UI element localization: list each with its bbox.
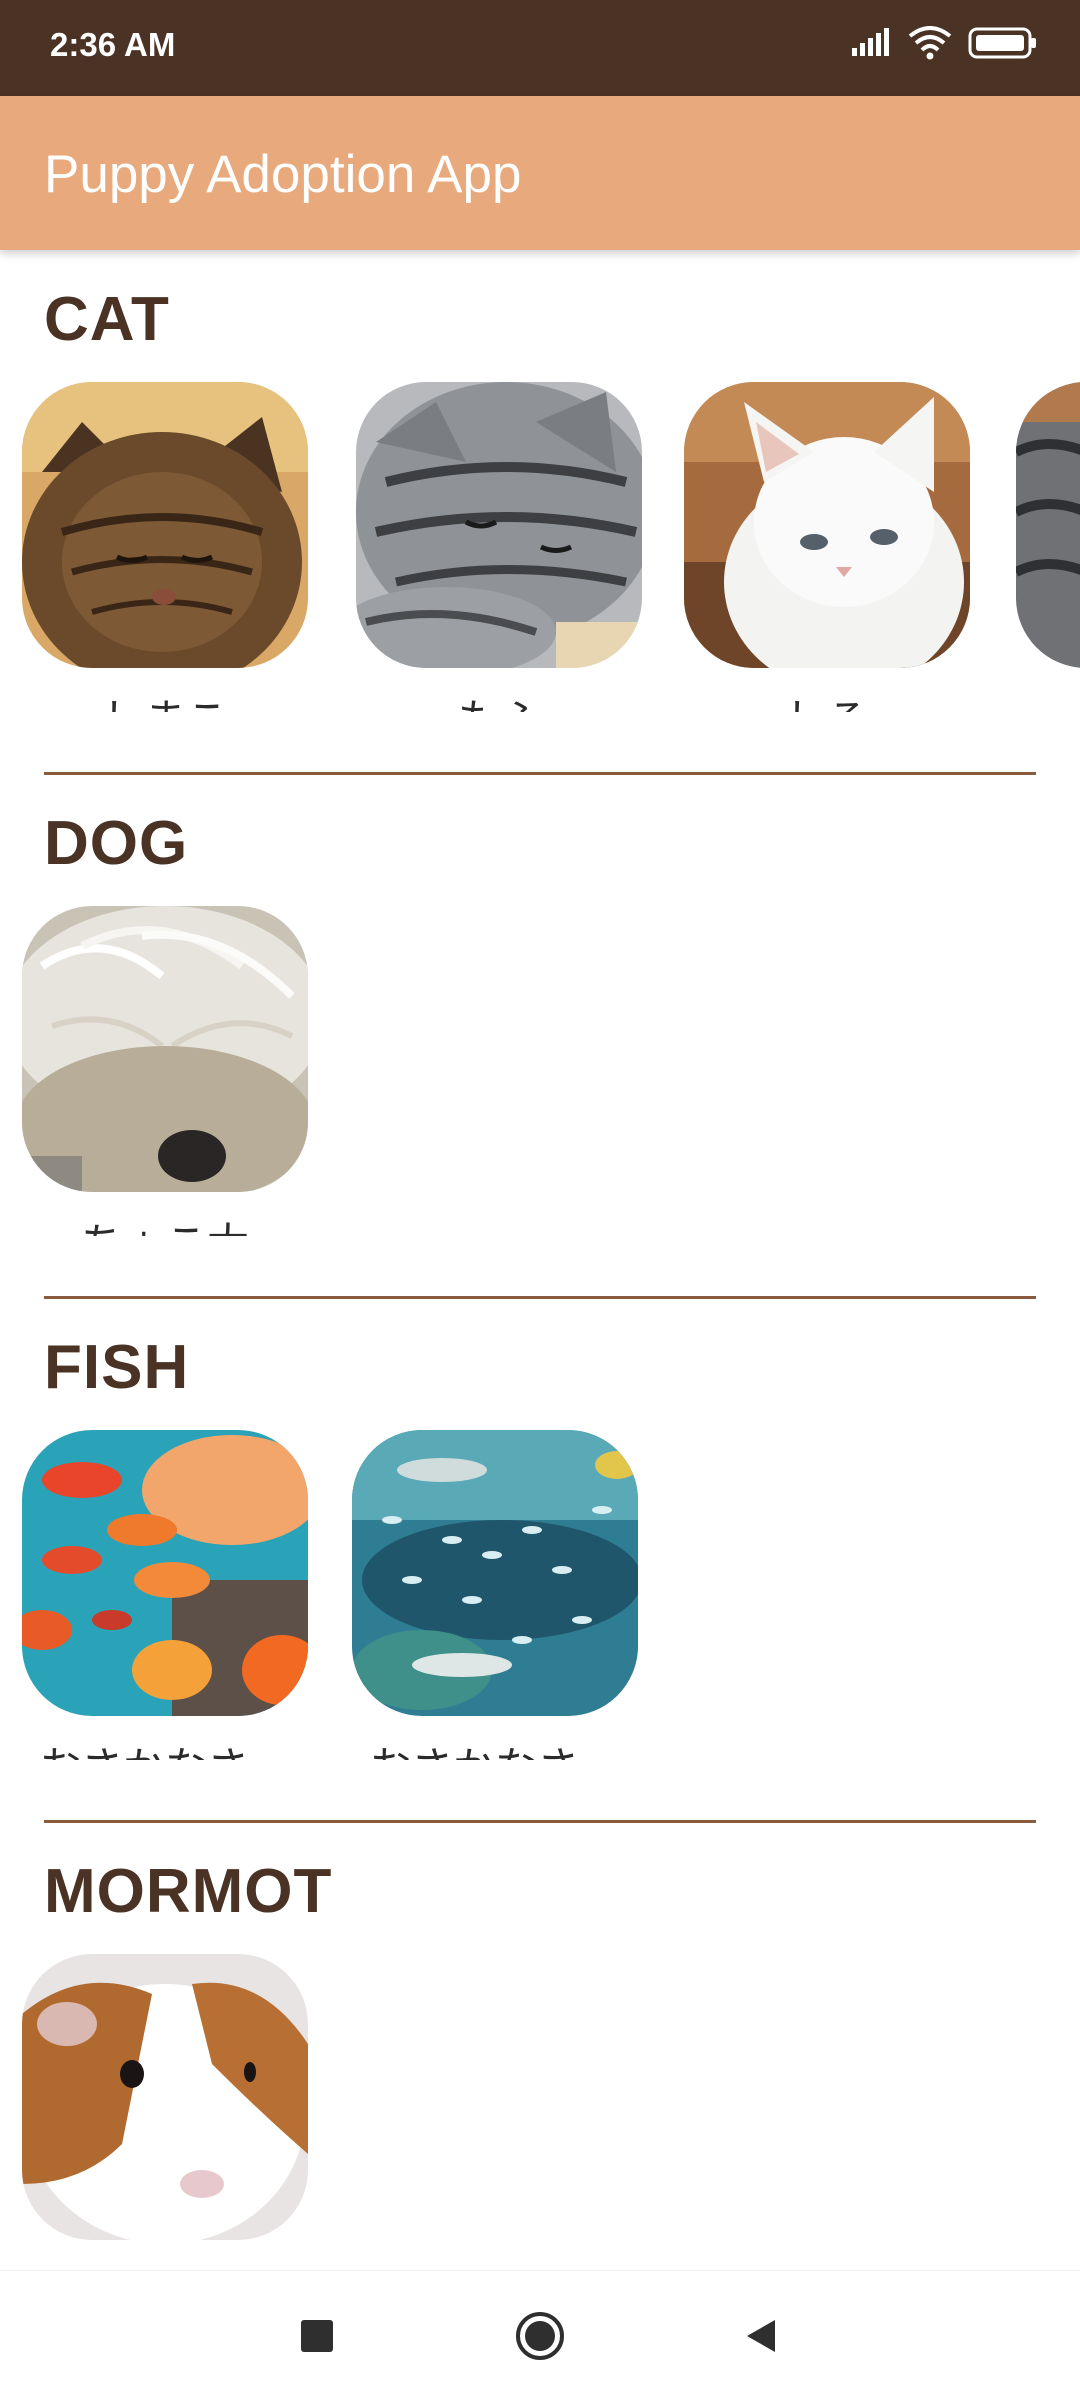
category-section-mormot: MORMOT xyxy=(0,1822,1080,2270)
category-section-fish: FISH xyxy=(0,1298,1080,1823)
cat-photo-partial[interactable] xyxy=(1016,382,1080,668)
wifi-icon xyxy=(908,26,952,65)
back-triangle-icon[interactable] xyxy=(730,2305,792,2367)
pet-row-cat[interactable]: しまこ xyxy=(0,382,1080,712)
pet-category-list[interactable]: CAT DOG FISH MORMOT xyxy=(0,250,1080,2270)
system-nav-bar xyxy=(0,2270,1080,2401)
pet-name: おさかなさ… xyxy=(22,1734,308,1760)
battery-icon xyxy=(968,26,1038,65)
pet-row-dog[interactable]: ちょこ太 xyxy=(0,906,1080,1236)
pet-card[interactable]: しまこ xyxy=(22,382,312,712)
status-bar: 2:36 AM xyxy=(0,0,1080,96)
app-bar: Puppy Adoption App xyxy=(0,96,1080,250)
pet-card[interactable] xyxy=(1016,382,1080,712)
tabby-cat-photo[interactable] xyxy=(22,382,308,668)
pet-name: ちょこ太 xyxy=(22,1210,308,1236)
pet-card[interactable]: しろ xyxy=(684,382,974,712)
pet-name: おさかなさ… xyxy=(352,1734,638,1760)
pet-card[interactable]: おさかなさ… xyxy=(352,1430,642,1760)
status-time: 2:36 AM xyxy=(50,26,176,63)
pet-name: しまこ xyxy=(22,686,308,712)
aquarium-school-photo[interactable] xyxy=(352,1430,638,1716)
fluffy-dog-photo[interactable] xyxy=(22,906,308,1192)
pet-row-fish[interactable]: おさかなさ… xyxy=(0,1430,1080,1760)
pet-card[interactable]: ちょこ太 xyxy=(22,906,312,1236)
pet-name: もふ xyxy=(356,686,642,712)
recents-square-icon[interactable] xyxy=(286,2305,348,2367)
category-section-dog: DOG ちょこ太 xyxy=(0,774,1080,1299)
home-circle-icon[interactable] xyxy=(509,2305,571,2367)
pet-name: しろ xyxy=(684,686,970,712)
signal-icon xyxy=(850,28,892,63)
category-title: MORMOT xyxy=(44,1857,333,1926)
gray-tabby-cat-photo[interactable] xyxy=(356,382,642,668)
pet-card[interactable]: もふ xyxy=(356,382,646,712)
pet-card[interactable] xyxy=(22,1954,312,2270)
status-icons xyxy=(850,26,1038,65)
white-cat-photo[interactable] xyxy=(684,382,970,668)
pet-row-mormot[interactable] xyxy=(0,1954,1080,2270)
guinea-pig-photo[interactable] xyxy=(22,1954,308,2240)
category-title: FISH xyxy=(44,1333,190,1402)
app-title: Puppy Adoption App xyxy=(44,145,522,204)
category-title: CAT xyxy=(44,285,170,354)
pet-card[interactable]: おさかなさ… xyxy=(22,1430,312,1760)
goldfish-photo[interactable] xyxy=(22,1430,308,1716)
category-title: DOG xyxy=(44,809,189,878)
category-section-cat: CAT xyxy=(0,250,1080,775)
